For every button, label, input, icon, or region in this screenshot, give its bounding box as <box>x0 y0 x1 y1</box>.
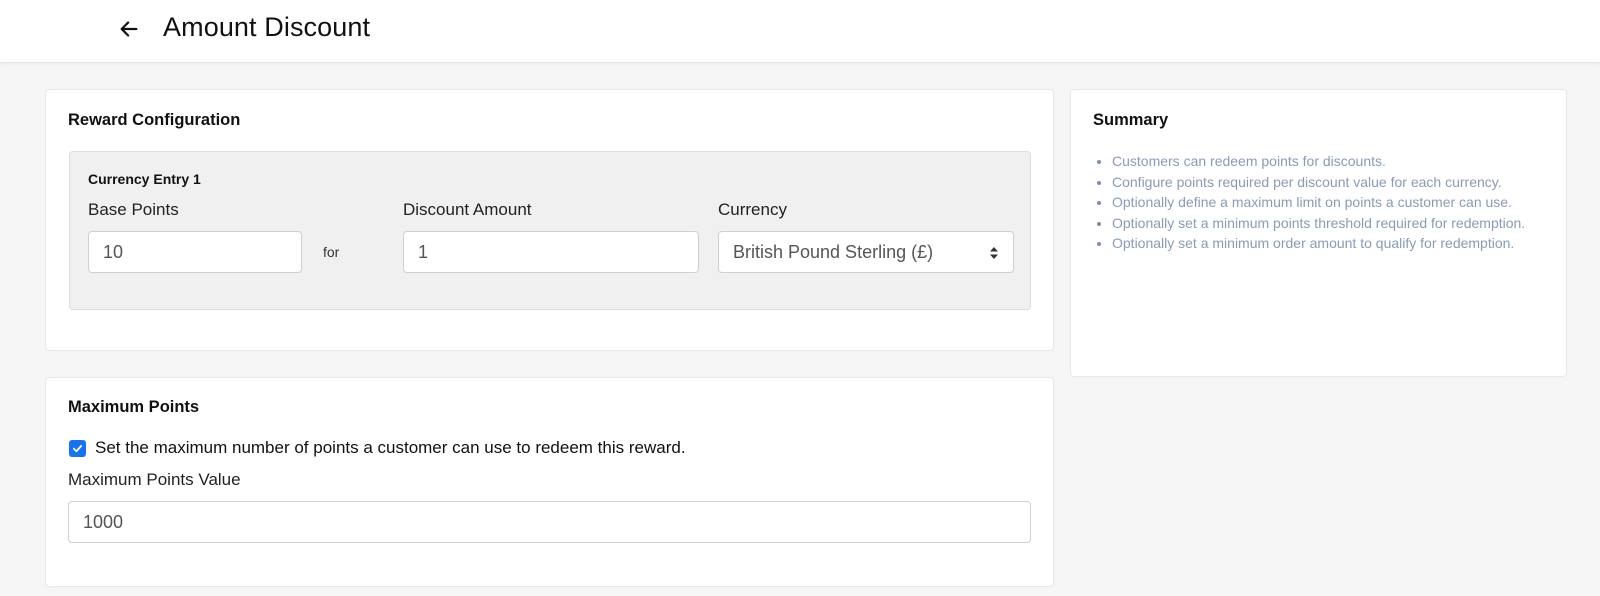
sort-arrows-icon <box>990 247 998 259</box>
list-item: Optionally define a maximum limit on poi… <box>1112 192 1538 213</box>
maximum-points-heading: Maximum Points <box>68 398 200 416</box>
reward-configuration-card: Reward Configuration Currency Entry 1 Ba… <box>45 89 1054 351</box>
arrow-left-icon <box>120 21 138 37</box>
reward-configuration-heading: Reward Configuration <box>68 111 241 129</box>
maximum-points-value-label: Maximum Points Value <box>68 470 241 489</box>
back-button[interactable] <box>116 16 142 42</box>
max-points-checkbox[interactable] <box>69 440 86 457</box>
list-item: Optionally set a minimum order amount to… <box>1112 233 1538 254</box>
list-item: Configure points required per discount v… <box>1112 172 1538 193</box>
discount-amount-label: Discount Amount <box>403 200 532 219</box>
currency-selected-value: British Pound Sterling (£) <box>733 241 934 262</box>
list-item: Customers can redeem points for discount… <box>1112 151 1538 172</box>
list-item: Optionally set a minimum points threshol… <box>1112 213 1538 234</box>
summary-card: Summary Customers can redeem points for … <box>1070 89 1567 377</box>
base-points-label: Base Points <box>88 200 179 219</box>
page-title: Amount Discount <box>163 12 371 42</box>
currency-label: Currency <box>718 200 787 219</box>
maximum-points-card: Maximum Points Set the maximum number of… <box>45 377 1054 587</box>
currency-entry-title: Currency Entry 1 <box>88 171 201 187</box>
for-label: for <box>323 244 340 260</box>
discount-amount-input[interactable] <box>403 231 699 273</box>
max-points-checkbox-label[interactable]: Set the maximum number of points a custo… <box>95 438 686 458</box>
maximum-points-value-input[interactable] <box>68 501 1031 543</box>
currency-entry-box: Currency Entry 1 Base Points for Discoun… <box>69 151 1031 310</box>
currency-select[interactable]: British Pound Sterling (£) <box>718 231 1014 273</box>
summary-list: Customers can redeem points for discount… <box>1093 151 1538 254</box>
checkmark-icon <box>72 445 83 453</box>
top-bar: Amount Discount <box>0 0 1600 63</box>
base-points-input[interactable] <box>88 231 302 273</box>
summary-heading: Summary <box>1093 111 1169 129</box>
